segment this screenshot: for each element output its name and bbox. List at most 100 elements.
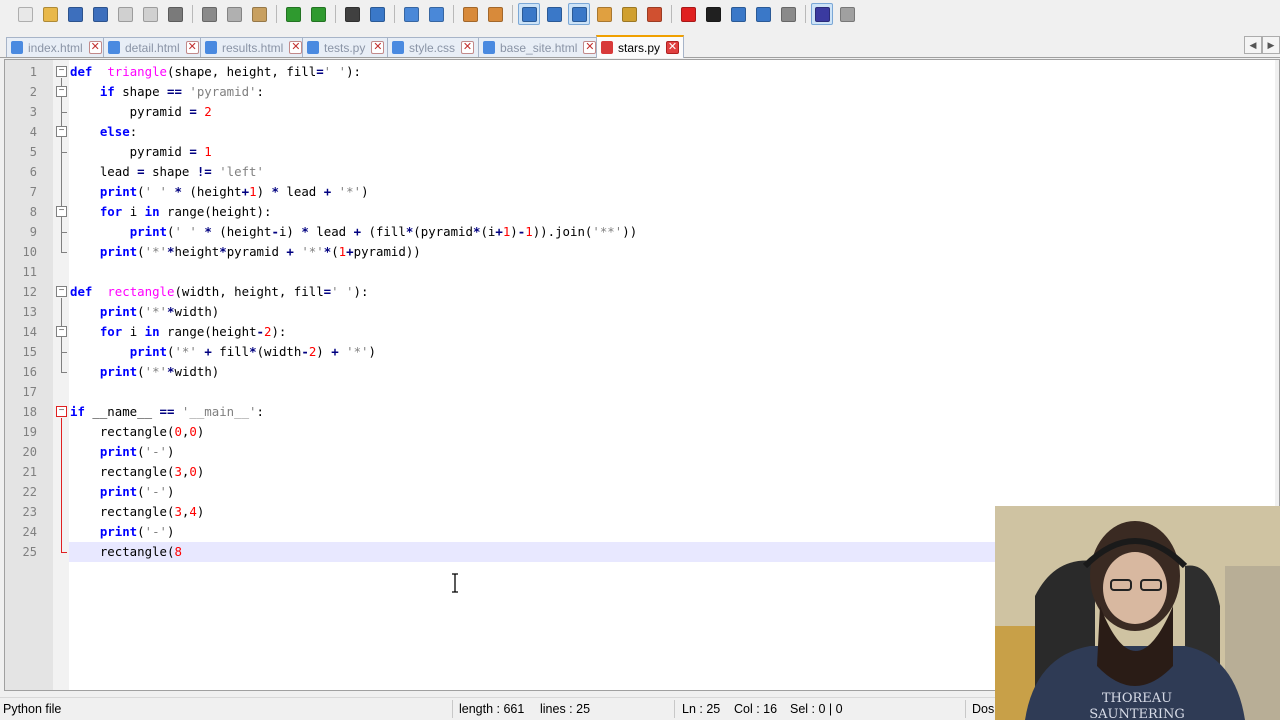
tab-close-icon[interactable]: ✕: [583, 41, 597, 54]
code-text[interactable]: print('-'): [69, 442, 1279, 462]
tab-results-html[interactable]: results.html ✕: [200, 37, 308, 57]
fold-toggle-icon[interactable]: −: [56, 406, 67, 417]
sync-horizontal-button[interactable]: [484, 3, 506, 25]
code-token: i: [122, 204, 145, 219]
fold-toggle-icon[interactable]: −: [56, 86, 67, 97]
tab-close-icon[interactable]: ✕: [289, 41, 303, 54]
spell-check-button[interactable]: [811, 3, 833, 25]
code-text[interactable]: print('*'*height*pyramid + '*'*(1+pyrami…: [69, 242, 1279, 262]
fold-toggle-icon[interactable]: −: [56, 126, 67, 137]
find-button[interactable]: [341, 3, 363, 25]
tab-scroll-right-button[interactable]: ▶: [1262, 36, 1280, 54]
redo-button[interactable]: [307, 3, 329, 25]
code-text[interactable]: [69, 382, 1279, 402]
fold-toggle-icon[interactable]: −: [56, 206, 67, 217]
code-text[interactable]: else:: [69, 122, 1279, 142]
webcam-overlay: THOREAU SAUNTERING: [995, 506, 1280, 720]
record-macro-button[interactable]: [677, 3, 699, 25]
code-text[interactable]: print('-'): [69, 482, 1279, 502]
tab-tests-py[interactable]: tests.py ✕: [302, 37, 390, 57]
code-text[interactable]: rectangle(3,0): [69, 462, 1279, 482]
tab-style-css[interactable]: style.css ✕: [387, 37, 480, 57]
run-macro-multiple-button[interactable]: [752, 3, 774, 25]
tab-close-icon[interactable]: ✕: [666, 41, 680, 54]
save-all-button[interactable]: [89, 3, 111, 25]
code-token: ): [196, 464, 205, 479]
print-button[interactable]: [164, 3, 186, 25]
code-text[interactable]: def triangle(shape, height, fill=' '):: [69, 62, 1279, 82]
code-text[interactable]: for i in range(height-2):: [69, 322, 1279, 342]
code-text[interactable]: pyramid = 2: [69, 102, 1279, 122]
tab-stars-py[interactable]: stars.py ✕: [596, 35, 685, 58]
code-token: +: [286, 244, 294, 259]
play-macro-button[interactable]: [727, 3, 749, 25]
code-text[interactable]: pyramid = 1: [69, 142, 1279, 162]
zoom-out-button[interactable]: [425, 3, 447, 25]
code-text[interactable]: print('*' + fill*(width-2) + '*'): [69, 342, 1279, 362]
code-token: print: [99, 524, 138, 539]
fold-toggle-icon[interactable]: −: [56, 286, 67, 297]
code-text[interactable]: print(' ' * (height+1) * lead + '*'): [69, 182, 1279, 202]
save-macro-button[interactable]: [777, 3, 799, 25]
tab-detail-html[interactable]: detail.html ✕: [103, 37, 204, 57]
code-text[interactable]: [69, 262, 1279, 282]
sync-vertical-button[interactable]: [459, 3, 481, 25]
tab-close-icon[interactable]: ✕: [185, 41, 199, 54]
fold-toggle-icon[interactable]: −: [56, 326, 67, 337]
user-language-button[interactable]: [593, 3, 615, 25]
stop-macro-icon: [705, 6, 721, 22]
function-list-button[interactable]: [643, 3, 665, 25]
code-line: 17: [5, 382, 1279, 402]
code-text[interactable]: def rectangle(width, height, fill=' '):: [69, 282, 1279, 302]
cut-button[interactable]: [198, 3, 220, 25]
replace-button[interactable]: [366, 3, 388, 25]
code-text[interactable]: if __name__ == '__main__':: [69, 402, 1279, 422]
indent-guide-button[interactable]: [568, 3, 590, 25]
copy-button[interactable]: [223, 3, 245, 25]
close-all-button[interactable]: [139, 3, 161, 25]
code-text[interactable]: rectangle(0,0): [69, 422, 1279, 442]
code-line: 1 def triangle(shape, height, fill=' '):: [5, 62, 1279, 82]
indent-guide-icon: [571, 6, 587, 22]
stop-macro-button[interactable]: [702, 3, 724, 25]
code-text[interactable]: print('*'*width): [69, 302, 1279, 322]
code-text[interactable]: lead = shape != 'left': [69, 162, 1279, 182]
code-token: if: [99, 84, 115, 99]
code-token: ):: [346, 64, 361, 79]
doc-map-button[interactable]: [618, 3, 640, 25]
code-token: :: [129, 124, 138, 139]
code-token: (: [137, 304, 145, 319]
tab-index-html[interactable]: index.html ✕: [6, 37, 107, 57]
tab-close-icon[interactable]: ✕: [461, 41, 475, 54]
code-token: rectangle(: [70, 504, 175, 519]
new-file-button[interactable]: [14, 3, 36, 25]
open-file-button[interactable]: [39, 3, 61, 25]
fold-toggle-icon[interactable]: −: [56, 66, 67, 77]
doc-map-icon: [621, 6, 637, 22]
code-text[interactable]: print('*'*width): [69, 362, 1279, 382]
code-token: def: [70, 64, 93, 79]
code-token: -: [256, 324, 264, 339]
code-token: 1: [525, 224, 533, 239]
tab-scroll-left-button[interactable]: ◀: [1244, 36, 1262, 54]
close-button[interactable]: [114, 3, 136, 25]
code-token: (: [331, 244, 339, 259]
code-token: width): [174, 304, 220, 319]
code-token: !=: [196, 164, 212, 179]
tab-close-icon[interactable]: ✕: [371, 41, 385, 54]
paste-button[interactable]: [248, 3, 270, 25]
save-button[interactable]: [64, 3, 86, 25]
zoom-in-button[interactable]: [400, 3, 422, 25]
word-wrap-button[interactable]: [518, 3, 540, 25]
dspellcheck-settings-button[interactable]: [836, 3, 858, 25]
undo-button[interactable]: [282, 3, 304, 25]
show-all-chars-button[interactable]: [543, 3, 565, 25]
code-text[interactable]: if shape == 'pyramid':: [69, 82, 1279, 102]
code-text[interactable]: print(' ' * (height-i) * lead + (fill*(p…: [69, 222, 1279, 242]
code-text[interactable]: for i in range(height):: [69, 202, 1279, 222]
tab-base-site-html[interactable]: base_site.html ✕: [478, 37, 602, 57]
sync-horizontal-icon: [487, 6, 503, 22]
tab-close-icon[interactable]: ✕: [88, 41, 102, 54]
